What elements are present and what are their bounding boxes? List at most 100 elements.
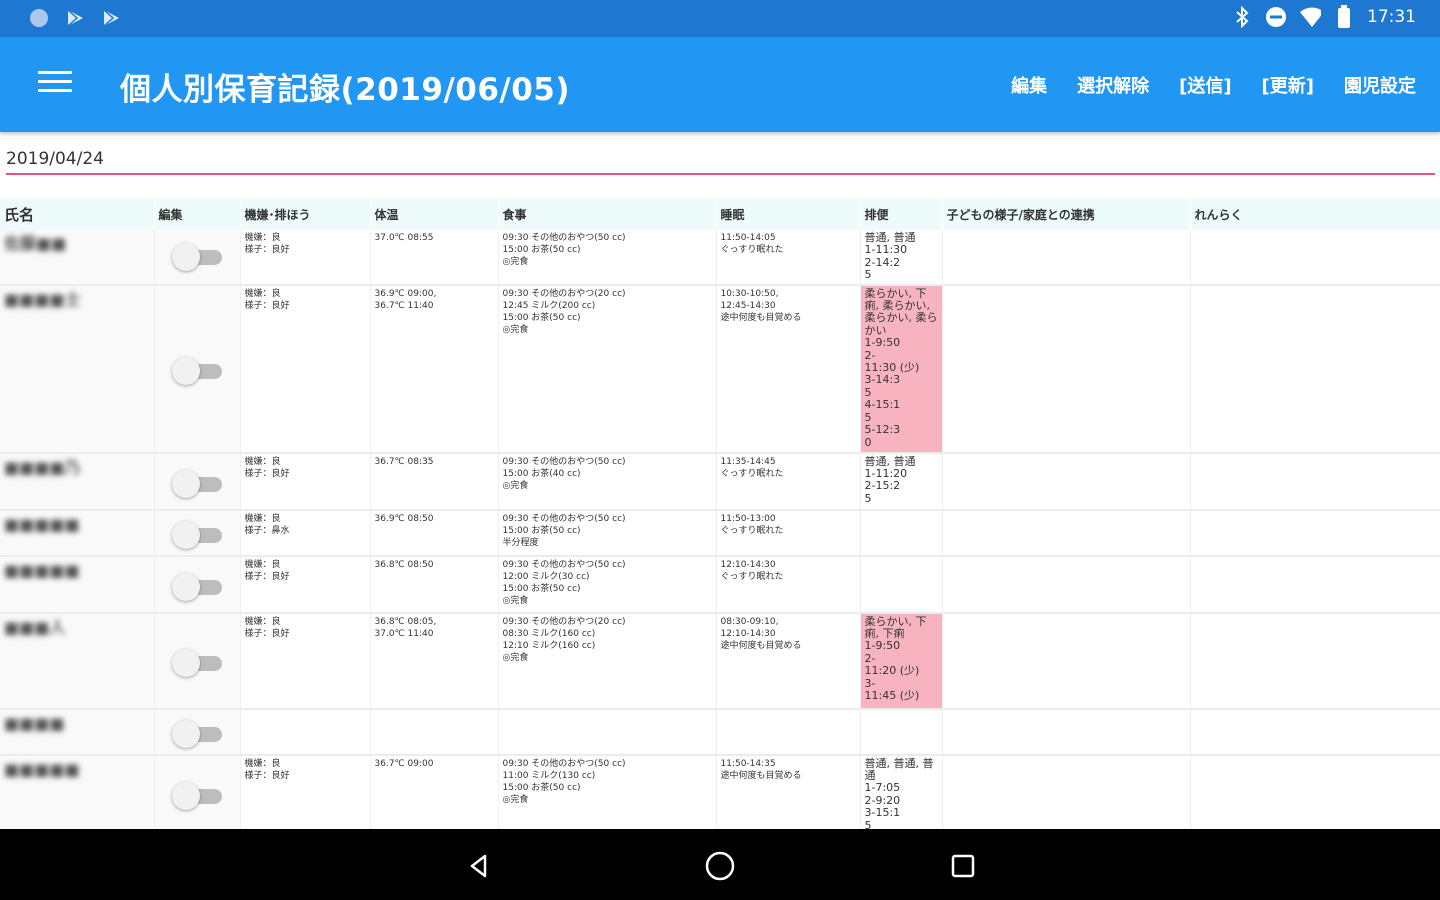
mood-cell: 機嫌：良 様子：良好	[240, 612, 371, 710]
back-icon[interactable]	[462, 849, 496, 883]
child-name-cell: ■■■■乃	[0, 452, 155, 511]
edit-toggle[interactable]	[171, 719, 224, 749]
mood-cell	[240, 708, 371, 756]
sleep-cell: 11:50-14:35 途中何度も目覚める	[716, 754, 861, 829]
toggle-thumb	[171, 356, 200, 385]
edit-toggle-cell	[154, 754, 241, 829]
temperature-cell: 36.9℃ 08:50	[370, 509, 499, 557]
contact-cell	[1190, 452, 1440, 511]
status-bar-system: 17:31	[1231, 5, 1416, 28]
stool-cell: 普通, 普通, 普 通 1-7:05 2-9:20 3-15:1 5	[860, 754, 943, 829]
recents-icon[interactable]	[946, 849, 980, 883]
temperature-cell: 36.7℃ 09:00	[370, 754, 499, 829]
play-store-icon	[64, 7, 86, 29]
notes-cell	[942, 612, 1191, 710]
header-temperature: 体温	[370, 198, 499, 230]
toggle-thumb	[171, 243, 200, 271]
temperature-cell: 36.7℃ 08:35	[370, 452, 499, 511]
edit-button[interactable]: 編集	[1011, 72, 1047, 98]
records-table-container[interactable]: 氏名 編集 機嫌･排ほう 体温 食事 睡眠 排便 子どもの様子/家庭との連携 れ…	[0, 198, 1440, 829]
header-meal: 食事	[498, 198, 717, 230]
app-bar-actions: 編集 選択解除 [送信] [更新] 園児設定	[1011, 72, 1416, 98]
meal-cell: 09:30 その他のおやつ(50 cc) 11:00 ミルク(130 cc) 1…	[498, 754, 717, 829]
do-not-disturb-icon	[1265, 6, 1287, 28]
stool-cell	[860, 555, 943, 614]
table-row[interactable]: ■■■■士 機嫌：良 様子：良好 36.9℃ 09:00, 36.7℃ 11:40 0…	[0, 284, 1440, 454]
mood-cell: 機嫌：良 様子：良好	[240, 555, 371, 614]
mood-cell: 機嫌：良 様子：良好	[240, 452, 371, 511]
app-bar: 個人別保育記録(2019/06/05) 編集 選択解除 [送信] [更新] 園児…	[0, 37, 1440, 132]
table-row[interactable]: ■■■■乃 機嫌：良 様子：良好 36.7℃ 08:35 09:30 その他のおやつ(…	[0, 452, 1440, 511]
mood-cell: 機嫌：良 様子：鼻水	[240, 509, 371, 557]
child-name-cell: ■■■■■	[0, 754, 155, 829]
edit-toggle[interactable]	[171, 781, 224, 811]
edit-toggle[interactable]	[171, 520, 224, 550]
notes-cell	[942, 509, 1191, 557]
notes-cell	[942, 284, 1191, 454]
temperature-cell: 36.8℃ 08:50	[370, 555, 499, 614]
contact-cell	[1190, 230, 1440, 286]
sleep-cell	[716, 708, 861, 756]
child-name: ■■■■■	[4, 514, 80, 534]
header-stool: 排便	[860, 198, 943, 230]
temperature-cell: 37.0℃ 08:55	[370, 230, 499, 286]
child-settings-button[interactable]: 園児設定	[1344, 72, 1416, 98]
header-mood: 機嫌･排ほう	[240, 198, 371, 230]
table-row[interactable]: ■■■■■ 機嫌：良 様子：良好 36.7℃ 09:00 09:30 その他のおやつ(…	[0, 754, 1440, 829]
notes-cell	[942, 555, 1191, 614]
status-time: 17:31	[1367, 7, 1416, 27]
table-row[interactable]: ■■■■■ 機嫌：良 様子：鼻水 36.9℃ 08:50 09:30 その他のおやつ(…	[0, 509, 1440, 557]
menu-icon[interactable]	[38, 71, 72, 99]
contact-cell	[1190, 754, 1440, 829]
child-name: ■■■■■	[4, 560, 80, 580]
meal-cell: 09:30 その他のおやつ(50 cc) 15:00 お茶(50 cc) ◎完食	[498, 230, 717, 286]
child-name: ■■■■乃	[4, 457, 81, 477]
edit-toggle[interactable]	[171, 572, 224, 602]
edit-toggle-cell	[154, 284, 241, 454]
table-row[interactable]: ■■■人 機嫌：良 様子：良好 36.8℃ 08:05, 37.0℃ 11:40 09…	[0, 612, 1440, 710]
edit-toggle[interactable]	[171, 356, 224, 386]
header-sleep: 睡眠	[716, 198, 861, 230]
edit-toggle-cell	[154, 452, 241, 511]
notes-cell	[942, 230, 1191, 286]
meal-cell: 09:30 その他のおやつ(20 cc) 12:45 ミルク(200 cc) 1…	[498, 284, 717, 454]
stool-cell: 普通, 普通 1-11:30 2-14:2 5	[860, 230, 943, 286]
contact-cell	[1190, 509, 1440, 557]
stool-cell	[860, 509, 943, 557]
notes-cell	[942, 708, 1191, 756]
child-name-cell: ■■■■	[0, 708, 155, 756]
page-title: 個人別保育記録(2019/06/05)	[120, 72, 571, 108]
sleep-cell: 12:10-14:30 ぐっすり眠れた	[716, 555, 861, 614]
status-bar: 17:31	[0, 0, 1440, 37]
table-row[interactable]: ■■■■■ 機嫌：良 様子：良好 36.8℃ 08:50 09:30 その他のおやつ(…	[0, 555, 1440, 614]
table-row[interactable]: 佐藤■■ 機嫌：良 様子：良好 37.0℃ 08:55 09:30 その他のおやつ(5…	[0, 230, 1440, 286]
meal-cell: 09:30 その他のおやつ(50 cc) 15:00 お茶(40 cc) ◎完食	[498, 452, 717, 511]
wifi-icon	[1299, 6, 1321, 28]
toggle-thumb	[171, 572, 200, 601]
meal-cell: 09:30 その他のおやつ(50 cc) 12:00 ミルク(30 cc) 15…	[498, 555, 717, 614]
toggle-thumb	[171, 648, 200, 677]
refresh-button[interactable]: [更新]	[1262, 72, 1314, 98]
contact-cell	[1190, 612, 1440, 710]
table-row[interactable]: ■■■■	[0, 708, 1440, 756]
toggle-thumb	[171, 469, 200, 498]
edit-toggle[interactable]	[171, 242, 224, 272]
edit-toggle[interactable]	[171, 469, 224, 499]
edit-toggle[interactable]	[171, 648, 224, 678]
date-value[interactable]: 2019/04/24	[6, 149, 104, 169]
sleep-cell: 11:50-14:05 ぐっすり眠れた	[716, 230, 861, 286]
child-name-cell: ■■■人	[0, 612, 155, 710]
contact-cell	[1190, 555, 1440, 614]
home-icon[interactable]	[703, 849, 737, 883]
temperature-cell: 36.8℃ 08:05, 37.0℃ 11:40	[370, 612, 499, 710]
meal-cell	[498, 708, 717, 756]
header-contact: れんらく	[1190, 198, 1440, 230]
stool-cell: 柔らかい, 下 痢, 柔らかい, 柔らかい, 柔ら かい 1-9:50 2- 1…	[860, 284, 943, 454]
date-field[interactable]: 2019/04/24	[0, 132, 1440, 178]
send-button[interactable]: [送信]	[1179, 72, 1231, 98]
stool-cell: 柔らかい, 下 痢, 下痢 1-9:50 2- 11:20 (少) 3- 11:…	[860, 612, 943, 710]
contact-cell	[1190, 708, 1440, 756]
edit-toggle-cell	[154, 708, 241, 756]
deselect-button[interactable]: 選択解除	[1077, 72, 1149, 98]
edit-toggle-cell	[154, 612, 241, 710]
